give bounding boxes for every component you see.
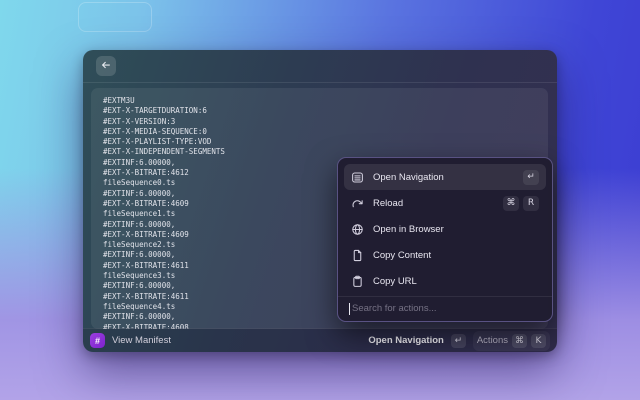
document-icon xyxy=(351,249,364,262)
search-placeholder: Search for actions... xyxy=(352,303,436,314)
command-keycap: ⌘ xyxy=(512,334,527,348)
menu-item-label: Open Navigation xyxy=(373,172,514,183)
view-title: View Manifest xyxy=(112,335,171,346)
k-keycap: K xyxy=(531,334,546,348)
keycap: ↵ xyxy=(523,170,539,185)
menu-item-label: Copy URL xyxy=(373,276,530,287)
menu-item-copy-url[interactable]: Copy URL xyxy=(344,268,546,294)
keycap: R xyxy=(523,196,539,211)
ghost-window-outline xyxy=(78,2,152,32)
menu-item-label: Copy Content xyxy=(373,250,530,261)
extension-hash-icon: # xyxy=(90,333,105,348)
actions-search-input[interactable]: Search for actions... xyxy=(344,297,546,321)
reload-icon xyxy=(351,197,364,210)
list-icon xyxy=(351,171,364,184)
clipboard-icon xyxy=(351,275,364,288)
return-keycap: ↵ xyxy=(451,334,466,348)
menu-item-label: Reload xyxy=(373,198,494,209)
menu-item-shortcut: ↵ xyxy=(523,170,539,185)
actions-button[interactable]: Actions ⌘ K xyxy=(473,331,550,351)
actions-label: Actions xyxy=(477,335,508,346)
text-cursor xyxy=(349,303,350,315)
actions-menu-items: Open Navigation↵Reload⌘ROpen in BrowserC… xyxy=(344,164,546,294)
menu-item-reload[interactable]: Reload⌘R xyxy=(344,190,546,216)
status-bar-left: # View Manifest xyxy=(90,333,171,348)
keycap: ⌘ xyxy=(503,196,519,211)
window-header xyxy=(83,50,557,83)
actions-menu: Open Navigation↵Reload⌘ROpen in BrowserC… xyxy=(337,157,553,322)
menu-item-label: Open in Browser xyxy=(373,224,530,235)
menu-item-open-in-browser[interactable]: Open in Browser xyxy=(344,216,546,242)
menu-item-open-navigation[interactable]: Open Navigation ↵ xyxy=(344,164,546,190)
open-navigation-hint[interactable]: Open Navigation xyxy=(368,335,443,346)
back-button[interactable] xyxy=(96,56,116,76)
globe-icon xyxy=(351,223,364,236)
menu-item-copy-content[interactable]: Copy Content xyxy=(344,242,546,268)
status-bar: # View Manifest Open Navigation ↵ Action… xyxy=(83,328,557,352)
status-bar-right: Open Navigation ↵ Actions ⌘ K xyxy=(368,331,550,351)
screenshot-stage: #EXTM3U #EXT-X-TARGETDURATION:6 #EXT-X-V… xyxy=(0,0,640,400)
arrow-left-icon xyxy=(100,59,112,74)
menu-item-shortcut: ⌘R xyxy=(503,196,539,211)
